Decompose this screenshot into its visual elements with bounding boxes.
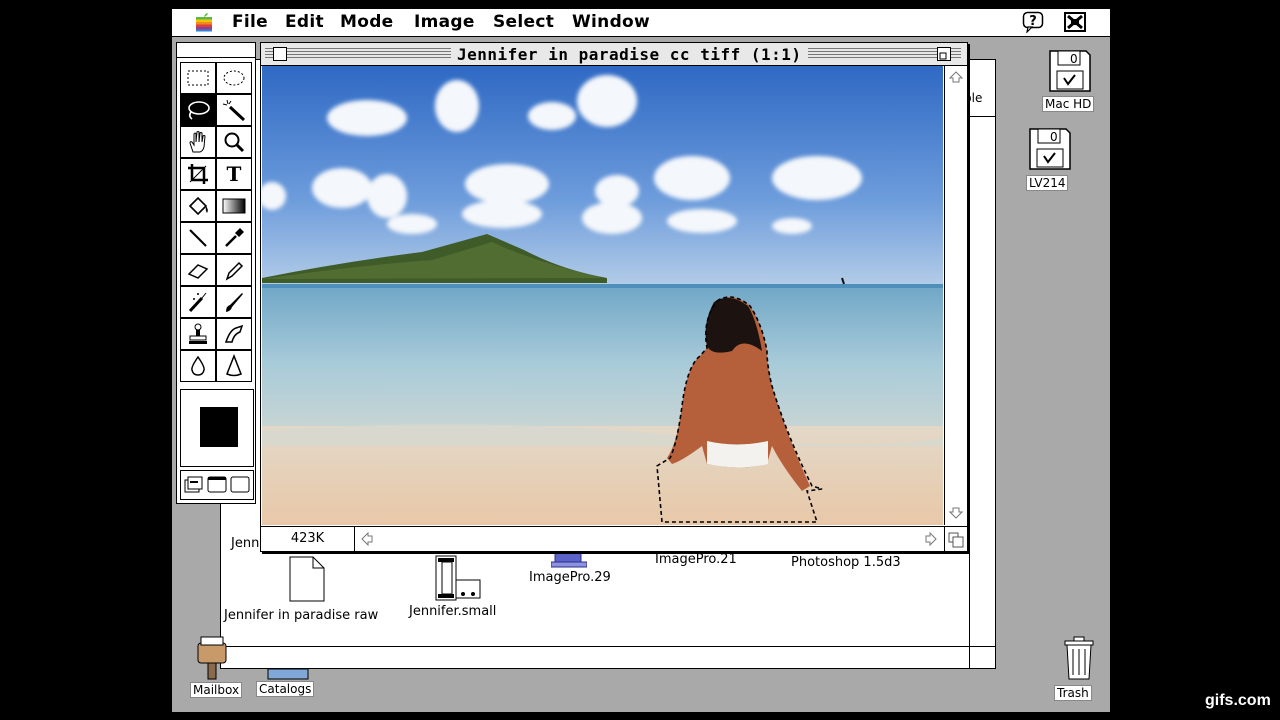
- lasso-tool[interactable]: [180, 94, 216, 126]
- catalogs-icon[interactable]: [266, 667, 310, 681]
- paintbrush-icon: [226, 293, 243, 312]
- menu-image[interactable]: Image: [414, 12, 475, 32]
- eyedropper-icon: [225, 228, 244, 247]
- foreground-color-swatch[interactable]: [200, 407, 238, 447]
- fullscreen-icon[interactable]: [230, 476, 250, 494]
- imagepro-app-icon[interactable]: [551, 552, 587, 568]
- smudge-tool[interactable]: [216, 318, 252, 350]
- file-label-imagepro-29[interactable]: ImagePro.29: [529, 570, 611, 585]
- mailbox-label[interactable]: Mailbox: [190, 682, 243, 698]
- lasso-icon: [188, 101, 210, 120]
- gradient-icon: [222, 198, 246, 214]
- watermark: gifs.com: [1205, 692, 1271, 709]
- color-well: [180, 389, 254, 467]
- finder-bottom-divider: [221, 646, 995, 647]
- file-label-jennifer-raw[interactable]: Jennifer in paradise raw: [224, 608, 378, 623]
- beach-photo: [262, 66, 943, 525]
- paintbrush-tool[interactable]: [216, 286, 252, 318]
- menu-file[interactable]: File: [232, 12, 268, 32]
- film-file-icon[interactable]: [434, 554, 482, 602]
- menu-window[interactable]: Window: [572, 12, 650, 32]
- lv214-label[interactable]: LV214: [1026, 175, 1069, 191]
- tool-palette-title-bar[interactable]: [177, 43, 255, 58]
- file-label-jennifer-small[interactable]: Jennifer.small: [409, 604, 496, 619]
- document-size-readout[interactable]: 423K: [261, 527, 355, 551]
- scroll-up-arrow-icon[interactable]: [946, 67, 966, 87]
- fullscreen-menubar-icon[interactable]: [207, 476, 227, 494]
- ellipse-marquee-tool[interactable]: [216, 62, 252, 94]
- mac-hd-label[interactable]: Mac HD: [1042, 96, 1095, 112]
- mailbox-icon[interactable]: [196, 635, 230, 681]
- rubber-stamp-tool[interactable]: [180, 318, 216, 350]
- window-mode-icon[interactable]: [184, 476, 204, 494]
- rubber-stamp-icon: [189, 323, 207, 344]
- line-icon: [189, 229, 207, 247]
- grow-box[interactable]: [944, 526, 967, 551]
- document-title-bar[interactable]: Jennifer in paradise cc tiff (1:1): [261, 43, 967, 66]
- cone-icon: [226, 354, 242, 377]
- type-tool[interactable]: T: [216, 158, 252, 190]
- image-document-window[interactable]: Jennifer in paradise cc tiff (1:1) 423K: [260, 42, 968, 552]
- trash-label[interactable]: Trash: [1054, 685, 1092, 701]
- scroll-left-arrow-icon[interactable]: [357, 529, 377, 549]
- svg-text:?: ?: [1029, 14, 1037, 29]
- finder-scrollbar-divider: [969, 60, 970, 668]
- blur-tool[interactable]: [180, 350, 216, 382]
- mac-hd-badge: 0: [1070, 52, 1078, 66]
- type-icon: T: [226, 162, 242, 186]
- smudge-icon: [224, 324, 244, 343]
- menu-bar: File Edit Mode Image Select Window ?: [172, 9, 1110, 37]
- menu-select[interactable]: Select: [493, 12, 554, 32]
- paint-bucket-icon: [188, 196, 208, 216]
- finder-partial-label: Jenn: [231, 536, 260, 551]
- horizontal-scrollbar[interactable]: 423K: [261, 526, 944, 551]
- zoom-box[interactable]: [937, 47, 951, 61]
- document-file-icon[interactable]: [289, 556, 325, 602]
- sharpen-tool[interactable]: [216, 350, 252, 382]
- gradient-tool[interactable]: [216, 190, 252, 222]
- mac-desktop: File Edit Mode Image Select Window ? Jen…: [172, 9, 1110, 712]
- scroll-down-arrow-icon[interactable]: [946, 503, 966, 523]
- magic-wand-icon: [222, 99, 246, 121]
- rect-marquee-tool[interactable]: [180, 62, 216, 94]
- menu-mode[interactable]: Mode: [340, 12, 394, 32]
- catalogs-label[interactable]: Catalogs: [256, 681, 315, 697]
- eraser-tool[interactable]: [180, 254, 216, 286]
- scroll-right-arrow-icon[interactable]: [921, 529, 941, 549]
- airbrush-icon: [188, 292, 207, 313]
- crop-tool[interactable]: [180, 158, 216, 190]
- magnifier-icon: [224, 132, 245, 153]
- tool-palette: T: [176, 42, 256, 504]
- hand-icon: [189, 131, 206, 153]
- lv214-badge: 0: [1050, 130, 1058, 144]
- eraser-icon: [187, 264, 209, 279]
- help-balloon-icon[interactable]: ?: [1022, 11, 1044, 33]
- vertical-scrollbar[interactable]: [944, 66, 967, 525]
- pencil-icon: [225, 261, 244, 281]
- line-tool[interactable]: [180, 222, 216, 254]
- zoom-box-icon: [939, 52, 947, 60]
- close-box[interactable]: [273, 47, 287, 61]
- apple-menu-icon[interactable]: [194, 12, 214, 32]
- zoom-tool[interactable]: [216, 126, 252, 158]
- image-canvas[interactable]: [262, 66, 943, 525]
- paint-bucket-tool[interactable]: [180, 190, 216, 222]
- eyedropper-tool[interactable]: [216, 222, 252, 254]
- grow-box-icon: [948, 532, 964, 548]
- ellipse-marquee-icon: [223, 70, 245, 86]
- crop-icon: [188, 164, 208, 184]
- menu-edit[interactable]: Edit: [285, 12, 324, 32]
- trash-icon[interactable]: [1062, 635, 1096, 681]
- screen-mode-buttons: [180, 470, 254, 500]
- airbrush-tool[interactable]: [180, 286, 216, 318]
- document-title: Jennifer in paradise cc tiff (1:1): [451, 45, 808, 64]
- application-menu-icon[interactable]: [1063, 11, 1087, 33]
- hand-tool[interactable]: [180, 126, 216, 158]
- pencil-tool[interactable]: [216, 254, 252, 286]
- file-label-photoshop[interactable]: Photoshop 1.5d3: [791, 555, 901, 570]
- file-label-imagepro-21[interactable]: ImagePro.21: [655, 552, 737, 567]
- water-drop-icon: [191, 355, 205, 376]
- rect-marquee-icon: [187, 70, 209, 86]
- magic-wand-tool[interactable]: [216, 94, 252, 126]
